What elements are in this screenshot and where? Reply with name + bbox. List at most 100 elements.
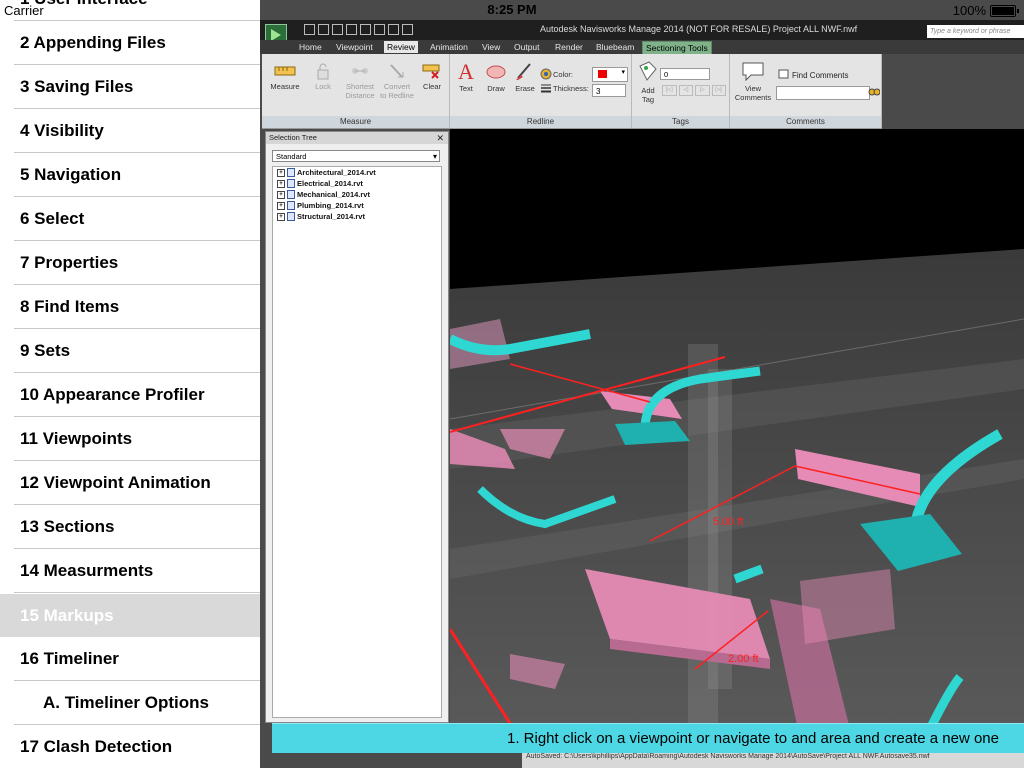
refresh-icon[interactable] <box>388 24 399 35</box>
redline-panel-title: Redline <box>450 116 631 128</box>
find-comments-icon <box>778 69 789 79</box>
redline-draw-button[interactable]: Draw <box>482 62 510 93</box>
tab-viewpoint[interactable]: Viewpoint <box>333 41 376 53</box>
expand-icon[interactable]: + <box>277 190 285 199</box>
tree-item[interactable]: + Electrical_2014.rvt <box>273 178 441 189</box>
toc-item[interactable]: 15 Markups <box>0 594 260 637</box>
thickness-field[interactable]: 3 <box>592 84 626 97</box>
expand-icon[interactable]: + <box>277 201 285 210</box>
view-comments-button[interactable]: View Comments <box>732 60 774 102</box>
find-comments-button[interactable]: Find Comments <box>792 71 848 80</box>
toc-item[interactable]: 11 Viewpoints <box>14 418 260 461</box>
thickness-icon <box>541 84 551 93</box>
toc-item[interactable]: 14 Measurments <box>14 550 260 593</box>
tree-item-label: Mechanical_2014.rvt <box>297 190 370 199</box>
color-wheel-icon <box>540 68 552 80</box>
tags-panel: Add Tag 0 |◁ ◁ ▷ ▷| Tags <box>632 54 730 128</box>
tree-item[interactable]: + Plumbing_2014.rvt <box>273 200 441 211</box>
dimension-label-2ft: 2.00 ft <box>728 653 759 665</box>
toc-item[interactable]: 12 Viewpoint Animation <box>14 462 260 505</box>
toc-item[interactable]: 5 Navigation <box>14 154 260 197</box>
redline-erase-button[interactable]: Erase <box>512 60 538 93</box>
tags-panel-title[interactable]: Tags <box>632 116 729 128</box>
tree-item[interactable]: + Mechanical_2014.rvt <box>273 189 441 200</box>
toc-item[interactable]: 13 Sections <box>14 506 260 549</box>
instruction-caption: 1. Right click on a viewpoint or navigat… <box>272 723 1024 753</box>
selection-tree-mode-select[interactable]: Standard <box>272 150 440 163</box>
toc-item[interactable]: 7 Properties <box>14 242 260 285</box>
tab-sectioning-tools[interactable]: Sectioning Tools <box>642 41 712 55</box>
tree-item-label: Structural_2014.rvt <box>297 212 365 221</box>
tab-review[interactable]: Review <box>384 41 418 53</box>
prev-tag-icon[interactable]: ◁ <box>678 85 693 96</box>
binoculars-icon[interactable] <box>868 85 880 97</box>
save-icon[interactable] <box>332 24 343 35</box>
tab-view[interactable]: View <box>479 41 503 53</box>
clear-button[interactable]: Clear <box>418 62 446 91</box>
close-icon[interactable]: ✕ <box>436 132 444 144</box>
shortest-distance-button[interactable]: Shortest Distance <box>342 62 378 100</box>
file-icon <box>287 168 295 177</box>
redline-text-button[interactable]: A Text <box>454 60 478 93</box>
last-tag-icon[interactable]: ▷| <box>711 85 726 96</box>
ribbon: Measure Lock Shortest Distance Convert t… <box>262 54 882 129</box>
color-label: Color: <box>553 70 574 79</box>
color-swatch <box>598 70 607 78</box>
text-redline-icon: A <box>458 60 474 82</box>
tree-item[interactable]: + Structural_2014.rvt <box>273 211 441 222</box>
quick-access-toolbar <box>304 24 413 35</box>
toc-item[interactable]: 4 Visibility <box>14 110 260 153</box>
search-input[interactable]: Type a keyword or phrase <box>927 25 1024 38</box>
tab-output[interactable]: Output <box>511 41 543 53</box>
tag-navigation: |◁ ◁ ▷ ▷| <box>662 85 726 96</box>
lock-button[interactable]: Lock <box>310 62 336 91</box>
toc-item[interactable]: 16 Timeliner <box>14 638 260 681</box>
toc-item[interactable]: 6 Select <box>14 198 260 241</box>
tab-animation[interactable]: Animation <box>427 41 471 53</box>
toc-item[interactable]: A. Timeliner Options <box>14 682 260 725</box>
toc-item[interactable]: 2 Appending Files <box>14 22 260 65</box>
add-tag-button[interactable]: Add Tag <box>636 60 660 104</box>
color-picker[interactable]: ▾ <box>592 67 628 82</box>
toc-list: 1 User Interface2 Appending Files3 Savin… <box>0 0 260 768</box>
tag-number-field[interactable]: 0 <box>660 68 710 80</box>
file-icon <box>287 201 295 210</box>
expand-icon[interactable]: + <box>277 212 285 221</box>
file-icon <box>287 179 295 188</box>
tree-item[interactable]: + Architectural_2014.rvt <box>273 167 441 178</box>
next-tag-icon[interactable]: ▷ <box>695 85 710 96</box>
battery-indicator: 100% <box>953 3 1019 18</box>
toc-item[interactable]: 3 Saving Files <box>14 66 260 109</box>
expand-icon[interactable]: + <box>277 168 285 177</box>
toc-item[interactable]: 9 Sets <box>14 330 260 373</box>
measure-button[interactable]: Measure <box>268 62 302 91</box>
open-icon[interactable] <box>318 24 329 35</box>
draw-ellipse-icon <box>486 65 506 79</box>
shortest-distance-icon <box>352 68 368 74</box>
convert-to-redline-button[interactable]: Convert to Redline <box>380 62 414 100</box>
redo-icon[interactable] <box>374 24 385 35</box>
tree-item-label: Electrical_2014.rvt <box>297 179 363 188</box>
select-icon[interactable] <box>402 24 413 35</box>
status-line: AutoSaved: C:\Users\kphillips\AppData\Ro… <box>522 752 1024 768</box>
new-icon[interactable] <box>304 24 315 35</box>
tab-home[interactable]: Home <box>296 41 325 53</box>
toc-item[interactable]: 10 Appearance Profiler <box>14 374 260 417</box>
3d-viewport[interactable]: 5.00 ft 2.00 ft <box>450 129 1024 739</box>
selection-tree-list: + Architectural_2014.rvt + Electrical_2014.… <box>272 166 442 718</box>
comments-panel: View Comments Find Comments Comments <box>730 54 882 128</box>
toc-item[interactable]: 17 Clash Detection <box>14 726 260 768</box>
measure-panel-title[interactable]: Measure <box>262 116 449 128</box>
first-tag-icon[interactable]: |◁ <box>662 85 677 96</box>
measure-panel: Measure Lock Shortest Distance Convert t… <box>262 54 450 128</box>
print-icon[interactable] <box>346 24 357 35</box>
selection-tree-panel: Selection Tree ✕ Standard + Architectural… <box>265 131 449 723</box>
quick-find-input[interactable] <box>776 86 870 100</box>
comments-panel-title[interactable]: Comments <box>730 116 881 128</box>
toc-item[interactable]: 8 Find Items <box>14 286 260 329</box>
undo-icon[interactable] <box>360 24 371 35</box>
tab-bluebeam[interactable]: Bluebeam <box>593 41 637 53</box>
battery-icon <box>990 4 1019 17</box>
tab-render[interactable]: Render <box>552 41 586 53</box>
expand-icon[interactable]: + <box>277 179 285 188</box>
